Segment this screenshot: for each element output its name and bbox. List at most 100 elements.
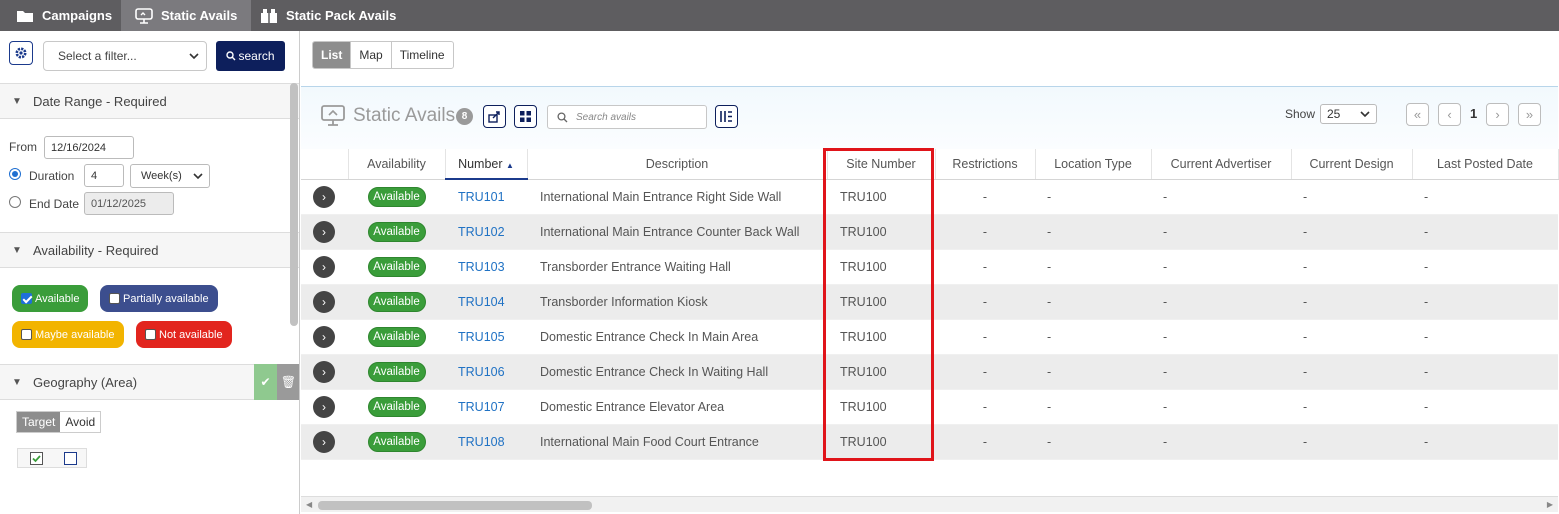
- target-option[interactable]: Target: [17, 412, 61, 432]
- last-posted-cell: -: [1412, 284, 1558, 320]
- expand-row-button[interactable]: ›: [313, 395, 335, 418]
- duration-unit-select[interactable]: Week(s): [130, 164, 210, 188]
- checkbox[interactable]: [145, 329, 156, 340]
- duration-input[interactable]: 4: [84, 164, 124, 187]
- restrictions-cell: -: [935, 284, 1035, 320]
- avail-number-link[interactable]: TRU108: [458, 435, 505, 449]
- export-button[interactable]: [483, 105, 506, 128]
- last-posted-cell: -: [1412, 249, 1558, 285]
- tab-static-avails[interactable]: Static Avails: [121, 0, 252, 31]
- expand-row-button[interactable]: ›: [313, 430, 335, 453]
- from-date-input[interactable]: 12/16/2024: [44, 136, 134, 159]
- availability-header[interactable]: ▼ Availability - Required: [0, 232, 299, 268]
- avail-number-link[interactable]: TRU103: [458, 260, 505, 274]
- col-number[interactable]: Number ▲: [445, 149, 528, 180]
- tab-static-pack-avails[interactable]: Static Pack Avails: [246, 0, 410, 31]
- check-icon: [32, 455, 41, 463]
- next-page-button[interactable]: ›: [1486, 103, 1509, 126]
- availability-not-toggle[interactable]: Not available: [136, 321, 232, 348]
- col-availability[interactable]: Availability: [348, 149, 446, 180]
- filter-select[interactable]: Select a filter...: [43, 41, 207, 71]
- availability-available-toggle[interactable]: Available: [12, 285, 89, 312]
- restrictions-cell: -: [935, 389, 1035, 425]
- availability-badge: Available: [367, 431, 426, 452]
- view-timeline-tab[interactable]: Timeline: [392, 42, 453, 68]
- restrictions-cell: -: [935, 179, 1035, 215]
- collapse-triangle-icon: ▼: [12, 376, 22, 388]
- date-range-header[interactable]: ▼ Date Range - Required: [0, 83, 299, 119]
- search-button[interactable]: search: [216, 41, 285, 71]
- col-location-type[interactable]: Location Type: [1035, 149, 1152, 180]
- sidebar-scrollbar[interactable]: [290, 83, 298, 326]
- expand-cell: ›: [301, 354, 348, 390]
- first-page-button[interactable]: «: [1406, 103, 1429, 126]
- share-icon: [488, 110, 500, 123]
- col-description[interactable]: Description: [527, 149, 828, 180]
- availability-not-label: Not available: [159, 328, 223, 341]
- avail-number-link[interactable]: TRU106: [458, 365, 505, 379]
- expand-cell: ›: [301, 284, 348, 320]
- avail-number-link[interactable]: TRU107: [458, 400, 505, 414]
- chevron-right-icon: ›: [322, 364, 326, 379]
- availability-cell: Available: [348, 354, 445, 390]
- availability-partial-toggle[interactable]: Partially available: [100, 285, 218, 312]
- expand-row-button[interactable]: ›: [313, 325, 335, 348]
- col-last-posted-date[interactable]: Last Posted Date: [1412, 149, 1559, 180]
- number-cell: TRU105: [445, 319, 527, 355]
- scroll-left-arrow-icon[interactable]: ◀: [306, 500, 312, 509]
- geography-apply-button[interactable]: ✔: [254, 364, 277, 400]
- tab-static-avails-label: Static Avails: [161, 8, 238, 23]
- location-type-cell: -: [1035, 249, 1151, 285]
- availability-partial-label: Partially available: [123, 292, 209, 305]
- end-date-radio[interactable]: [9, 196, 21, 208]
- avail-number-link[interactable]: TRU101: [458, 190, 505, 204]
- col-restrictions[interactable]: Restrictions: [935, 149, 1036, 180]
- geo-tree-row: [17, 448, 87, 468]
- restrictions-cell: -: [935, 249, 1035, 285]
- expand-row-button[interactable]: ›: [313, 185, 335, 208]
- scroll-right-arrow-icon[interactable]: ▶: [1547, 500, 1553, 509]
- prev-page-button[interactable]: ‹: [1438, 103, 1461, 126]
- grid-view-button[interactable]: [514, 105, 537, 128]
- horizontal-scrollbar[interactable]: ◀ ▶: [301, 496, 1558, 512]
- checkbox[interactable]: [21, 329, 32, 340]
- expand-row-button[interactable]: ›: [313, 255, 335, 278]
- checkbox-checked[interactable]: [30, 452, 43, 465]
- view-list-tab[interactable]: List: [313, 42, 352, 68]
- target-avoid-toggle[interactable]: Target Avoid: [16, 411, 102, 433]
- col-current-advertiser[interactable]: Current Advertiser: [1151, 149, 1292, 180]
- columns-icon: [720, 111, 732, 122]
- current-design-cell: -: [1291, 319, 1412, 355]
- checkbox[interactable]: [109, 293, 120, 304]
- avail-number-link[interactable]: TRU104: [458, 295, 505, 309]
- checkbox[interactable]: [64, 452, 77, 465]
- search-avails-input[interactable]: Search avails: [547, 105, 707, 129]
- checkbox-checked[interactable]: [21, 293, 32, 304]
- tab-campaigns[interactable]: Campaigns: [2, 0, 126, 31]
- avail-number-link[interactable]: TRU102: [458, 225, 505, 239]
- last-page-button[interactable]: »: [1518, 103, 1541, 126]
- expand-row-button[interactable]: ›: [313, 360, 335, 383]
- duration-radio[interactable]: [9, 168, 21, 180]
- chevron-right-icon: ›: [322, 259, 326, 274]
- avoid-option[interactable]: Avoid: [60, 412, 100, 432]
- horizontal-scroll-thumb[interactable]: [318, 501, 592, 510]
- col-current-design[interactable]: Current Design: [1291, 149, 1413, 180]
- page-size-value: 25: [1327, 107, 1341, 121]
- expand-row-button[interactable]: ›: [313, 220, 335, 243]
- view-map-tab[interactable]: Map: [351, 42, 392, 68]
- view-mode-toggle[interactable]: List Map Timeline: [312, 41, 454, 69]
- availability-badge: Available: [367, 186, 426, 207]
- columns-button[interactable]: [715, 105, 738, 128]
- avail-number-link[interactable]: TRU105: [458, 330, 505, 344]
- page-size-select[interactable]: 25: [1320, 104, 1377, 124]
- current-design-cell: -: [1291, 179, 1412, 215]
- settings-button[interactable]: [9, 41, 33, 65]
- availability-maybe-toggle[interactable]: Maybe available: [12, 321, 124, 348]
- end-date-input[interactable]: 01/12/2025: [84, 192, 174, 215]
- chevron-right-icon: ›: [322, 329, 326, 344]
- geography-clear-button[interactable]: 🗑: [277, 364, 299, 400]
- expand-cell: ›: [301, 389, 348, 425]
- restrictions-cell: -: [935, 214, 1035, 250]
- expand-row-button[interactable]: ›: [313, 290, 335, 313]
